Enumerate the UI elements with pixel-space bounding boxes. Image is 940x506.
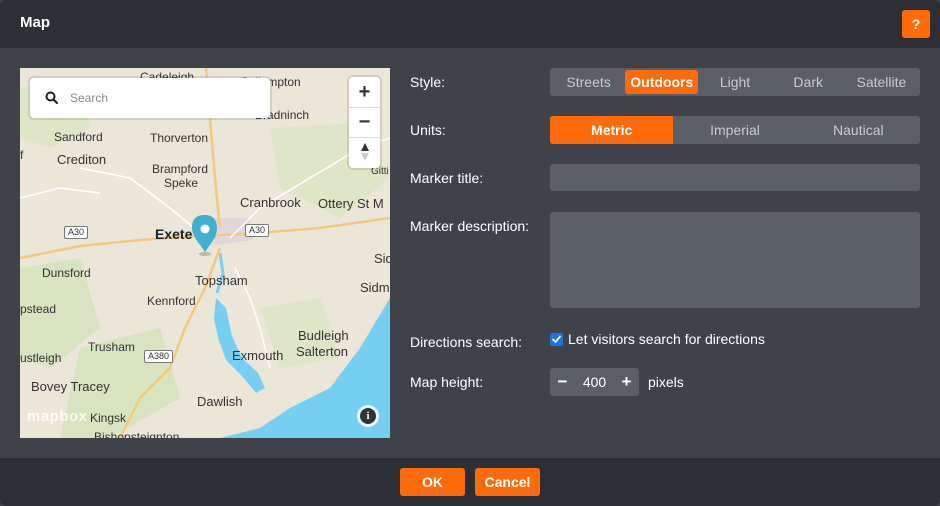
style-option-streets[interactable]: Streets (552, 70, 625, 94)
help-button[interactable]: ? (902, 10, 930, 38)
compass-button[interactable] (349, 137, 380, 167)
map-label-f: f (20, 148, 24, 162)
map-label-speke: Speke (164, 176, 199, 190)
style-label: Style: (410, 74, 446, 90)
road-badge-a30-east: A30 (245, 224, 270, 237)
map-label-brampford: Brampford (152, 162, 209, 176)
map-label-dunsford: Dunsford (42, 266, 91, 280)
mapbox-logo: mapbox (27, 408, 88, 425)
map-label-ustleigh: ustleigh (20, 351, 62, 365)
map-height-value[interactable]: 400 (575, 368, 614, 396)
map-label-sid: Sid (374, 251, 390, 266)
marker-title-input[interactable] (550, 164, 920, 191)
map-label-crediton: Crediton (57, 152, 107, 167)
units-segmented-control: Metric Imperial Nautical (550, 116, 920, 144)
style-option-outdoors[interactable]: Outdoors (625, 70, 699, 94)
directions-search-label: Directions search: (410, 334, 523, 350)
dialog-content: Cadeleigh Cullompton Bradninch Sandford … (0, 48, 940, 458)
map-label-topsham: Topsham (195, 273, 248, 288)
marker-title-label: Marker title: (410, 170, 484, 186)
style-option-satellite[interactable]: Satellite (845, 70, 918, 94)
map-label-salterton: Salterton (296, 344, 349, 359)
map-height-increment-button[interactable]: + (614, 368, 639, 396)
map-height-stepper: − 400 + (550, 368, 639, 396)
map-search-box (30, 78, 270, 118)
style-segmented-control: Streets Outdoors Light Dark Satellite (550, 68, 920, 96)
units-option-metric[interactable]: Metric (550, 116, 674, 144)
units-label: Units: (410, 122, 446, 138)
dialog-titlebar: Map ? (0, 0, 940, 48)
map-height-unit: pixels (648, 374, 684, 390)
style-option-dark[interactable]: Dark (772, 70, 845, 94)
marker-description-label: Marker description: (410, 218, 530, 234)
map-label-dawlish: Dawlish (197, 394, 243, 409)
road-badge-a380: A380 (144, 350, 174, 363)
map-preview[interactable]: Cadeleigh Cullompton Bradninch Sandford … (20, 68, 390, 438)
compass-icon (360, 143, 369, 161)
directions-search-checkbox[interactable] (550, 333, 563, 346)
map-label-ottery: Ottery St M (318, 196, 384, 211)
ok-button[interactable]: OK (400, 468, 465, 496)
attribution-info-button[interactable]: i (357, 405, 379, 427)
map-height-label: Map height: (410, 374, 484, 390)
map-label-bovey-tracey: Bovey Tracey (31, 379, 110, 394)
road-badge-a30-west: A30 (64, 226, 89, 239)
dialog-footer: OK Cancel (0, 458, 940, 506)
checkmark-icon (552, 335, 561, 343)
cancel-button[interactable]: Cancel (475, 468, 540, 496)
map-label-sandford: Sandford (54, 130, 103, 144)
map-label-exeter: Exete (155, 226, 193, 242)
map-label-kennford: Kennford (147, 294, 196, 308)
map-label-pstead: pstead (20, 302, 57, 316)
style-option-light[interactable]: Light (698, 70, 771, 94)
map-label-cranbrook: Cranbrook (240, 195, 301, 210)
map-label-budleigh: Budleigh (298, 328, 349, 343)
units-option-imperial[interactable]: Imperial (673, 116, 796, 144)
map-label-trusham: Trusham (88, 340, 135, 354)
map-height-decrement-button[interactable]: − (550, 368, 575, 396)
info-icon: i (360, 408, 376, 424)
map-label-thorverton: Thorverton (150, 131, 209, 145)
map-label-kingskerswell: Kingsk (90, 411, 127, 425)
zoom-in-button[interactable]: + (349, 77, 380, 107)
map-label-exmouth: Exmouth (232, 348, 284, 363)
dialog-title: Map (20, 14, 50, 31)
units-option-nautical[interactable]: Nautical (797, 116, 920, 144)
marker-description-textarea[interactable] (550, 212, 920, 308)
map-label-bishopsteignton: Bishopsteignton (94, 430, 180, 438)
map-zoom-controls: + − (349, 77, 380, 168)
map-search-input[interactable] (70, 88, 260, 108)
directions-search-checkbox-label[interactable]: Let visitors search for directions (568, 331, 765, 347)
map-label-sidm: Sidm (360, 280, 390, 295)
search-icon (45, 91, 59, 105)
zoom-out-button[interactable]: − (349, 107, 380, 137)
